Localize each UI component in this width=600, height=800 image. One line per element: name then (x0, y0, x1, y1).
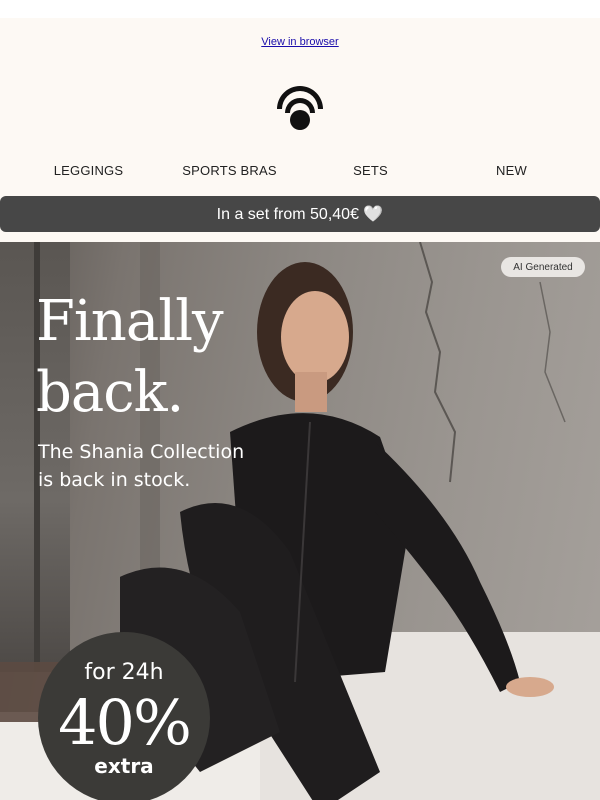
hero-subheadline-line-1: The Shania Collection (38, 441, 245, 463)
discount-badge[interactable]: for 24h 40% extra (38, 632, 210, 800)
nav-item-new[interactable]: NEW (441, 163, 582, 178)
ai-generated-badge: AI Generated (501, 257, 585, 277)
hero-headline: Finally back. (36, 286, 224, 428)
nav-item-sports-bras[interactable]: SPORTS BRAS (159, 163, 300, 178)
hero-headline-line-2: back. (36, 360, 184, 425)
main-navigation: LEGGINGS SPORTS BRAS SETS NEW (18, 163, 582, 181)
hero-subheadline-line-2: is back in stock. (38, 469, 191, 491)
top-strip (0, 0, 600, 18)
discount-duration: for 24h (84, 660, 164, 685)
view-in-browser-link[interactable]: View in browser (0, 36, 600, 48)
nav-item-sets[interactable]: SETS (300, 163, 441, 178)
hero-subheadline: The Shania Collection is back in stock. (38, 438, 244, 494)
promo-bar[interactable]: In a set from 50,40€ 🤍 (0, 196, 600, 232)
discount-percentage: 40% (58, 686, 192, 759)
discount-extra-label: extra (94, 754, 154, 778)
nav-item-leggings[interactable]: LEGGINGS (18, 163, 159, 178)
hero-headline-line-1: Finally (36, 289, 224, 354)
promo-text: In a set from 50,40€ 🤍 (216, 206, 384, 223)
brand-logo-icon[interactable] (273, 79, 327, 133)
